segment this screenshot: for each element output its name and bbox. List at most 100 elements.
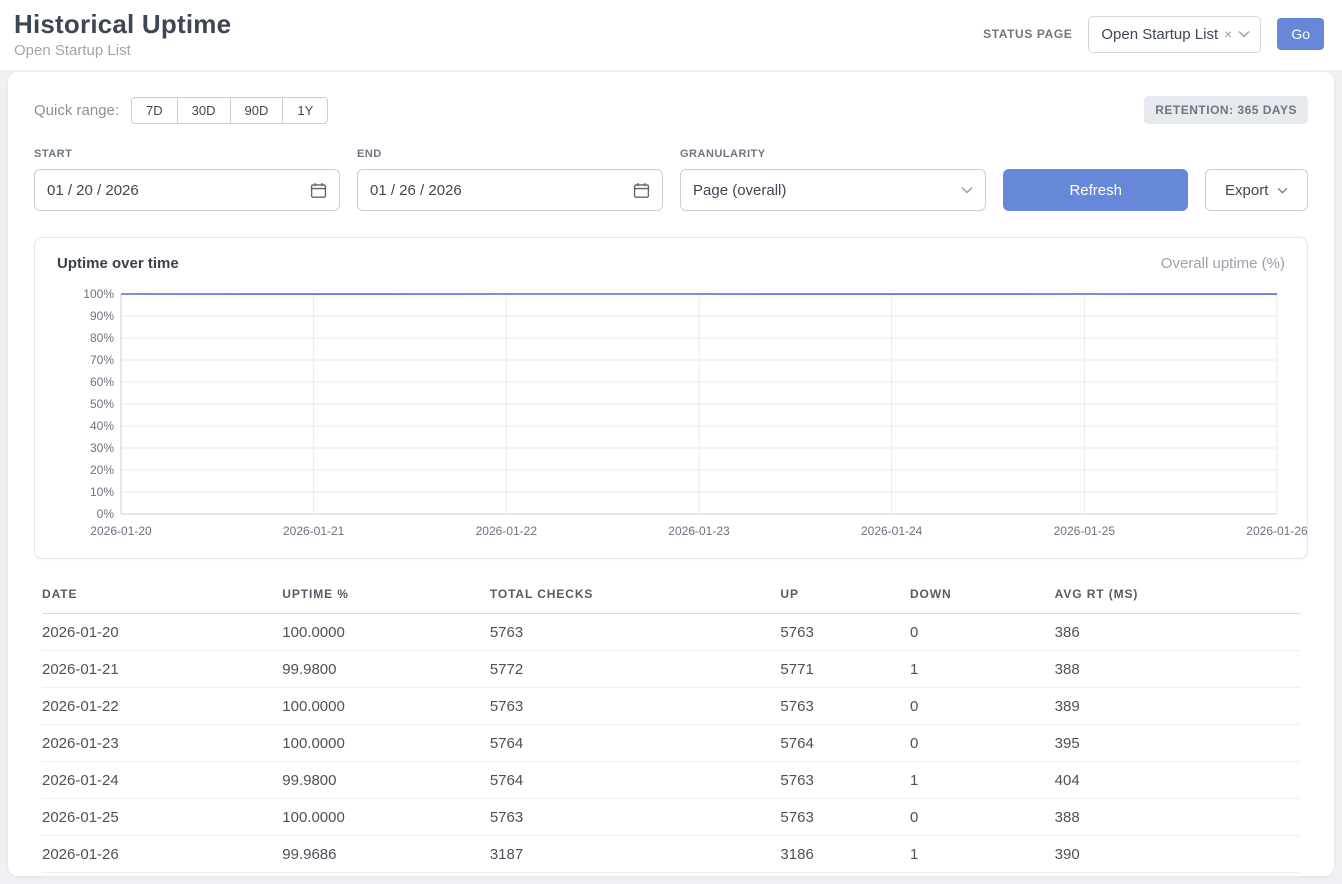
table-row: 2026-01-22100.0000576357630389 xyxy=(42,688,1300,725)
column-header-avg-rt: AVG RT (MS) xyxy=(1055,583,1300,614)
table-cell: 2026-01-20 xyxy=(42,614,282,651)
chart-header: Uptime over time Overall uptime (%) xyxy=(57,255,1285,272)
quick-range-label: Quick range: xyxy=(34,102,119,119)
table-row: 2026-01-2199.9800577257711388 xyxy=(42,651,1300,688)
table-cell: 386 xyxy=(1055,614,1300,651)
table-cell: 100.0000 xyxy=(282,799,490,836)
svg-text:100%: 100% xyxy=(83,287,114,301)
table-cell: 1 xyxy=(910,651,1055,688)
filter-form-row: START 01 / 20 / 2026 END 01 / 26 / 2026 … xyxy=(34,148,1308,211)
start-date-label: START xyxy=(34,148,340,160)
table-cell: 0 xyxy=(910,799,1055,836)
refresh-button[interactable]: Refresh xyxy=(1003,169,1188,211)
granularity-label: GRANULARITY xyxy=(680,148,986,160)
quick-range-30d[interactable]: 30D xyxy=(177,97,231,124)
table-cell: 388 xyxy=(1055,651,1300,688)
table-cell: 5763 xyxy=(490,799,781,836)
quick-range-1y[interactable]: 1Y xyxy=(282,97,328,124)
uptime-table-body: 2026-01-20100.00005763576303862026-01-21… xyxy=(42,614,1300,873)
end-date-value: 01 / 26 / 2026 xyxy=(370,182,462,199)
granularity-select[interactable]: Page (overall) xyxy=(680,169,986,211)
clear-selection-icon[interactable]: × xyxy=(1224,26,1232,42)
main-panel: Quick range: 7D 30D 90D 1Y RETENTION: 36… xyxy=(8,72,1334,876)
table-cell: 5763 xyxy=(780,614,910,651)
status-page-label: STATUS PAGE xyxy=(983,27,1072,41)
table-cell: 0 xyxy=(910,688,1055,725)
status-page-select[interactable]: Open Startup List × xyxy=(1088,16,1261,53)
svg-text:2026-01-25: 2026-01-25 xyxy=(1054,524,1116,538)
table-row: 2026-01-23100.0000576457640395 xyxy=(42,725,1300,762)
table-cell: 3187 xyxy=(490,836,781,873)
table-cell: 100.0000 xyxy=(282,688,490,725)
svg-text:60%: 60% xyxy=(90,375,114,389)
table-cell: 390 xyxy=(1055,836,1300,873)
svg-text:2026-01-24: 2026-01-24 xyxy=(861,524,923,538)
svg-text:0%: 0% xyxy=(97,507,115,521)
uptime-chart-card: Uptime over time Overall uptime (%) 0% 10… xyxy=(34,237,1308,559)
svg-text:2026-01-26: 2026-01-26 xyxy=(1246,524,1308,538)
table-row: 2026-01-25100.0000576357630388 xyxy=(42,799,1300,836)
table-cell: 5764 xyxy=(490,762,781,799)
calendar-icon[interactable] xyxy=(633,182,650,199)
svg-text:2026-01-23: 2026-01-23 xyxy=(668,524,730,538)
quick-range-7d[interactable]: 7D xyxy=(131,97,178,124)
table-cell: 99.9686 xyxy=(282,836,490,873)
uptime-chart-svg: 0%10%20%30%40%50%60%70%80%90%100%2026-01… xyxy=(57,286,1285,548)
table-cell: 0 xyxy=(910,725,1055,762)
table-cell: 2026-01-22 xyxy=(42,688,282,725)
granularity-value: Page (overall) xyxy=(693,182,786,199)
column-header-total-checks: TOTAL CHECKS xyxy=(490,583,781,614)
start-date-input[interactable]: 01 / 20 / 2026 xyxy=(34,169,340,211)
column-header-date: DATE xyxy=(42,583,282,614)
retention-badge: RETENTION: 365 DAYS xyxy=(1144,96,1308,124)
quick-range-90d[interactable]: 90D xyxy=(230,97,284,124)
table-row: 2026-01-20100.0000576357630386 xyxy=(42,614,1300,651)
end-date-field: END 01 / 26 / 2026 xyxy=(357,148,663,211)
table-cell: 100.0000 xyxy=(282,725,490,762)
table-cell: 5764 xyxy=(780,725,910,762)
controls-top-row: Quick range: 7D 30D 90D 1Y RETENTION: 36… xyxy=(34,96,1308,124)
table-cell: 395 xyxy=(1055,725,1300,762)
table-row: 2026-01-2499.9800576457631404 xyxy=(42,762,1300,799)
table-cell: 99.9800 xyxy=(282,762,490,799)
uptime-table-wrap: DATE UPTIME % TOTAL CHECKS UP DOWN AVG R… xyxy=(34,583,1308,873)
table-cell: 0 xyxy=(910,614,1055,651)
calendar-icon[interactable] xyxy=(310,182,327,199)
column-header-down: DOWN xyxy=(910,583,1055,614)
go-button[interactable]: Go xyxy=(1277,18,1324,50)
start-date-field: START 01 / 20 / 2026 xyxy=(34,148,340,211)
svg-text:2026-01-20: 2026-01-20 xyxy=(90,524,152,538)
uptime-table: DATE UPTIME % TOTAL CHECKS UP DOWN AVG R… xyxy=(42,583,1300,873)
chevron-down-icon xyxy=(1277,187,1288,194)
chart-legend: Overall uptime (%) xyxy=(1161,255,1285,272)
quick-range-group: Quick range: 7D 30D 90D 1Y xyxy=(34,97,328,124)
status-page-value: Open Startup List xyxy=(1101,26,1218,43)
table-cell: 2026-01-25 xyxy=(42,799,282,836)
chart-title: Uptime over time xyxy=(57,255,179,272)
title-block: Historical Uptime Open Startup List xyxy=(14,9,231,59)
column-header-up: UP xyxy=(780,583,910,614)
export-button[interactable]: Export xyxy=(1205,169,1308,211)
table-cell: 5763 xyxy=(490,614,781,651)
table-cell: 404 xyxy=(1055,762,1300,799)
column-header-uptime: UPTIME % xyxy=(282,583,490,614)
svg-text:2026-01-22: 2026-01-22 xyxy=(476,524,538,538)
chart-area: 0%10%20%30%40%50%60%70%80%90%100%2026-01… xyxy=(57,286,1285,548)
header-controls: STATUS PAGE Open Startup List × Go xyxy=(983,16,1324,53)
table-cell: 5763 xyxy=(490,688,781,725)
table-cell: 5772 xyxy=(490,651,781,688)
table-cell: 5764 xyxy=(490,725,781,762)
end-date-input[interactable]: 01 / 26 / 2026 xyxy=(357,169,663,211)
granularity-field: GRANULARITY Page (overall) xyxy=(680,148,986,211)
table-row: 2026-01-2699.9686318731861390 xyxy=(42,836,1300,873)
svg-text:20%: 20% xyxy=(90,463,114,477)
table-cell: 2026-01-24 xyxy=(42,762,282,799)
table-header-row: DATE UPTIME % TOTAL CHECKS UP DOWN AVG R… xyxy=(42,583,1300,614)
svg-text:80%: 80% xyxy=(90,331,114,345)
svg-text:90%: 90% xyxy=(90,309,114,323)
start-date-value: 01 / 20 / 2026 xyxy=(47,182,139,199)
table-cell: 388 xyxy=(1055,799,1300,836)
table-cell: 5763 xyxy=(780,762,910,799)
chevron-down-icon xyxy=(961,186,973,194)
table-cell: 2026-01-21 xyxy=(42,651,282,688)
